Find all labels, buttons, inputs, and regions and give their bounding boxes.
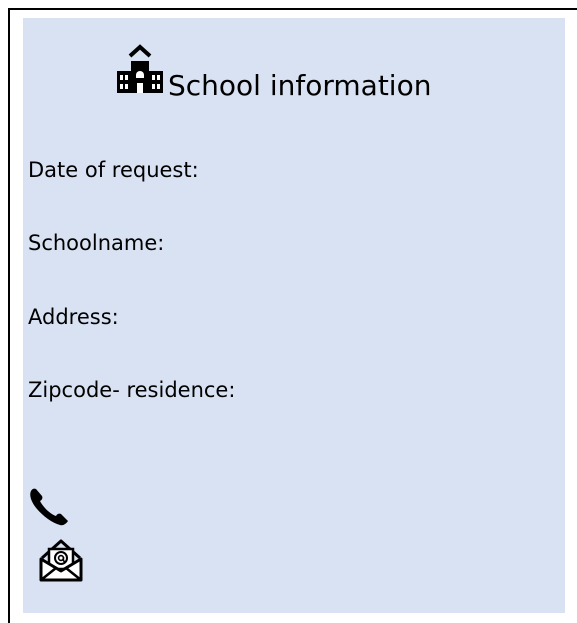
address-label: Address: [28, 305, 119, 329]
school-icon [117, 44, 163, 93]
zipcode-residence-label: Zipcode- residence: [28, 378, 236, 402]
phone-icon [30, 488, 68, 526]
school-information-panel: School information Date of request: Scho… [23, 18, 565, 613]
date-of-request-label: Date of request: [28, 158, 199, 182]
page-title: School information [168, 69, 432, 102]
envelope-at-icon [39, 539, 83, 582]
title-row: School information [116, 32, 431, 102]
schoolname-label: Schoolname: [28, 231, 165, 255]
